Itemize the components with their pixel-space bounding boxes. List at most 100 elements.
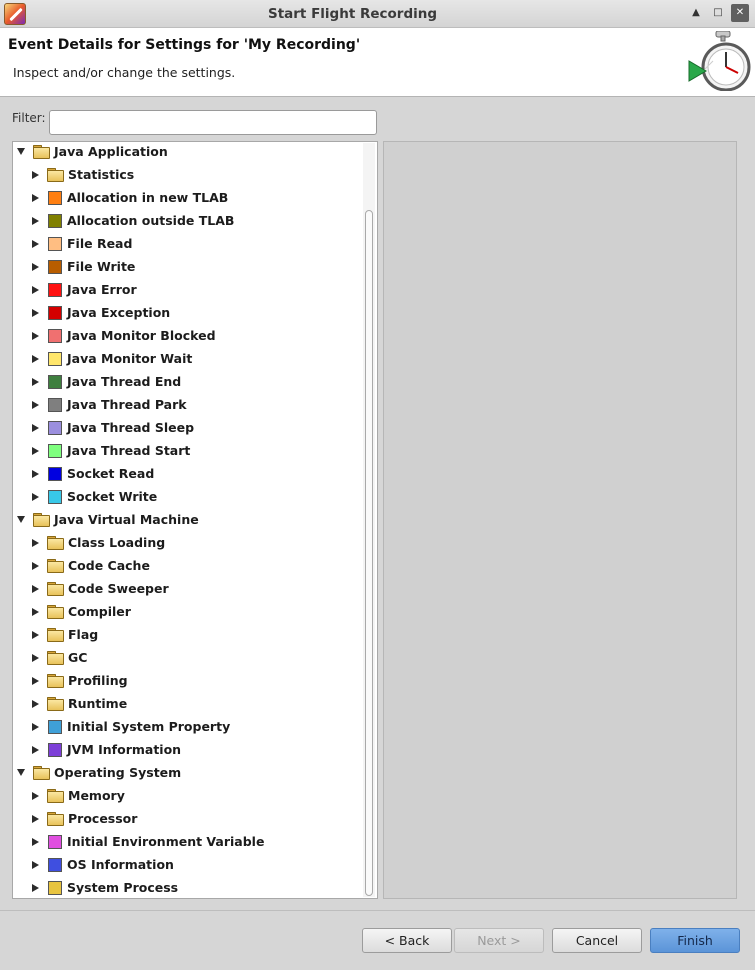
- tree-event-row[interactable]: Socket Write: [30, 485, 157, 508]
- event-color-swatch: [48, 259, 62, 274]
- tree-item-label: JVM Information: [67, 742, 182, 757]
- tree-item-label: Statistics: [68, 167, 135, 182]
- expand-arrow-down-icon[interactable]: [17, 148, 25, 155]
- expand-arrow-right-icon[interactable]: [31, 423, 39, 432]
- expand-arrow-right-icon[interactable]: [31, 561, 39, 570]
- tree-item-label: Java Monitor Blocked: [67, 328, 216, 343]
- event-color-swatch: [48, 880, 62, 895]
- expand-arrow-right-icon[interactable]: [31, 377, 39, 386]
- tree-event-row[interactable]: Socket Read: [30, 462, 154, 485]
- tree-event-row[interactable]: File Write: [30, 255, 135, 278]
- tree-folder-row[interactable]: Java Application: [16, 142, 168, 163]
- tree-event-row[interactable]: Java Thread Sleep: [30, 416, 194, 439]
- tree-event-row[interactable]: Java Thread Start: [30, 439, 190, 462]
- tree-folder-row[interactable]: Compiler: [30, 600, 131, 623]
- back-button[interactable]: < Back: [362, 928, 452, 953]
- expand-arrow-right-icon[interactable]: [31, 469, 39, 478]
- event-color-swatch: [48, 443, 62, 458]
- expand-arrow-right-icon[interactable]: [31, 722, 39, 731]
- cancel-button[interactable]: Cancel: [552, 928, 642, 953]
- tree-item-label: OS Information: [67, 857, 174, 872]
- tree-event-row[interactable]: Initial Environment Variable: [30, 830, 264, 853]
- expand-arrow-right-icon[interactable]: [31, 791, 39, 800]
- tree-event-row[interactable]: Java Exception: [30, 301, 170, 324]
- tree-event-row[interactable]: Allocation in new TLAB: [30, 186, 228, 209]
- finish-button[interactable]: Finish: [650, 928, 740, 953]
- expand-arrow-right-icon[interactable]: [31, 837, 39, 846]
- expand-arrow-right-icon[interactable]: [31, 492, 39, 501]
- event-color-swatch: [48, 328, 62, 343]
- tree-folder-row[interactable]: Statistics: [30, 163, 134, 186]
- expand-arrow-right-icon[interactable]: [31, 308, 39, 317]
- tree-event-row[interactable]: System Process: [30, 876, 179, 898]
- tree-event-row[interactable]: Java Error: [30, 278, 137, 301]
- tree-item-label: Runtime: [68, 696, 128, 711]
- expand-arrow-right-icon[interactable]: [31, 584, 39, 593]
- expand-arrow-right-icon[interactable]: [31, 354, 39, 363]
- restore-icon[interactable]: □: [709, 4, 727, 22]
- tree-folder-row[interactable]: GC: [30, 646, 87, 669]
- expand-arrow-right-icon[interactable]: [31, 446, 39, 455]
- expand-arrow-right-icon[interactable]: [31, 331, 39, 340]
- folder-icon: [47, 168, 64, 182]
- expand-arrow-right-icon[interactable]: [31, 170, 39, 179]
- expand-arrow-right-icon[interactable]: [31, 630, 39, 639]
- next-button[interactable]: Next >: [454, 928, 544, 953]
- expand-arrow-down-icon[interactable]: [17, 769, 25, 776]
- tree-item-label: Java Thread End: [67, 374, 182, 389]
- tree-folder-row[interactable]: Flag: [30, 623, 98, 646]
- tree-folder-row[interactable]: Class Loading: [30, 531, 165, 554]
- tree-folder-row[interactable]: Runtime: [30, 692, 127, 715]
- tree-item-label: Java Thread Park: [67, 397, 187, 412]
- expand-arrow-right-icon[interactable]: [31, 216, 39, 225]
- tree-event-row[interactable]: Initial System Property: [30, 715, 230, 738]
- tree-item-label: Socket Read: [67, 466, 155, 481]
- tree-folder-row[interactable]: Java Virtual Machine: [16, 508, 199, 531]
- up-icon[interactable]: ▲: [687, 4, 705, 22]
- expand-arrow-right-icon[interactable]: [31, 676, 39, 685]
- tree-event-row[interactable]: Java Thread Park: [30, 393, 187, 416]
- tree-event-row[interactable]: Java Monitor Blocked: [30, 324, 216, 347]
- tree-item-label: File Write: [67, 259, 136, 274]
- event-color-swatch: [48, 719, 62, 734]
- tree-folder-row[interactable]: Memory: [30, 784, 125, 807]
- expand-arrow-right-icon[interactable]: [31, 607, 39, 616]
- expand-arrow-down-icon[interactable]: [17, 516, 25, 523]
- tree-folder-row[interactable]: Code Sweeper: [30, 577, 169, 600]
- tree-item-label: Profiling: [68, 673, 128, 688]
- expand-arrow-right-icon[interactable]: [31, 745, 39, 754]
- expand-arrow-right-icon[interactable]: [31, 400, 39, 409]
- event-color-swatch: [48, 213, 62, 228]
- event-tree[interactable]: Java Application Statistics Allocation in …: [12, 141, 378, 899]
- tree-item-label: Operating System: [54, 765, 182, 780]
- tree-folder-row[interactable]: Processor: [30, 807, 137, 830]
- tree-item-label: System Process: [67, 880, 179, 895]
- expand-arrow-right-icon[interactable]: [31, 883, 39, 892]
- expand-arrow-right-icon[interactable]: [31, 262, 39, 271]
- separator: [0, 910, 755, 911]
- expand-arrow-right-icon[interactable]: [31, 538, 39, 547]
- tree-item-label: Socket Write: [67, 489, 158, 504]
- tree-event-row[interactable]: OS Information: [30, 853, 174, 876]
- expand-arrow-right-icon[interactable]: [31, 653, 39, 662]
- expand-arrow-right-icon[interactable]: [31, 285, 39, 294]
- tree-folder-row[interactable]: Code Cache: [30, 554, 150, 577]
- tree-event-row[interactable]: Java Thread End: [30, 370, 181, 393]
- filter-input[interactable]: [49, 110, 377, 135]
- tree-scrollbar-thumb[interactable]: [365, 210, 373, 896]
- expand-arrow-right-icon[interactable]: [31, 814, 39, 823]
- tree-event-row[interactable]: Allocation outside TLAB: [30, 209, 234, 232]
- tree-event-row[interactable]: File Read: [30, 232, 132, 255]
- expand-arrow-right-icon[interactable]: [31, 239, 39, 248]
- tree-event-row[interactable]: Java Monitor Wait: [30, 347, 192, 370]
- expand-arrow-right-icon[interactable]: [31, 699, 39, 708]
- filter-label: Filter:: [12, 111, 46, 125]
- window-title: Start Flight Recording: [267, 6, 438, 22]
- expand-arrow-right-icon[interactable]: [31, 860, 39, 869]
- event-color-swatch: [48, 282, 62, 297]
- close-icon[interactable]: ✕: [731, 4, 749, 22]
- expand-arrow-right-icon[interactable]: [31, 193, 39, 202]
- tree-folder-row[interactable]: Profiling: [30, 669, 128, 692]
- tree-folder-row[interactable]: Operating System: [16, 761, 181, 784]
- tree-event-row[interactable]: JVM Information: [30, 738, 181, 761]
